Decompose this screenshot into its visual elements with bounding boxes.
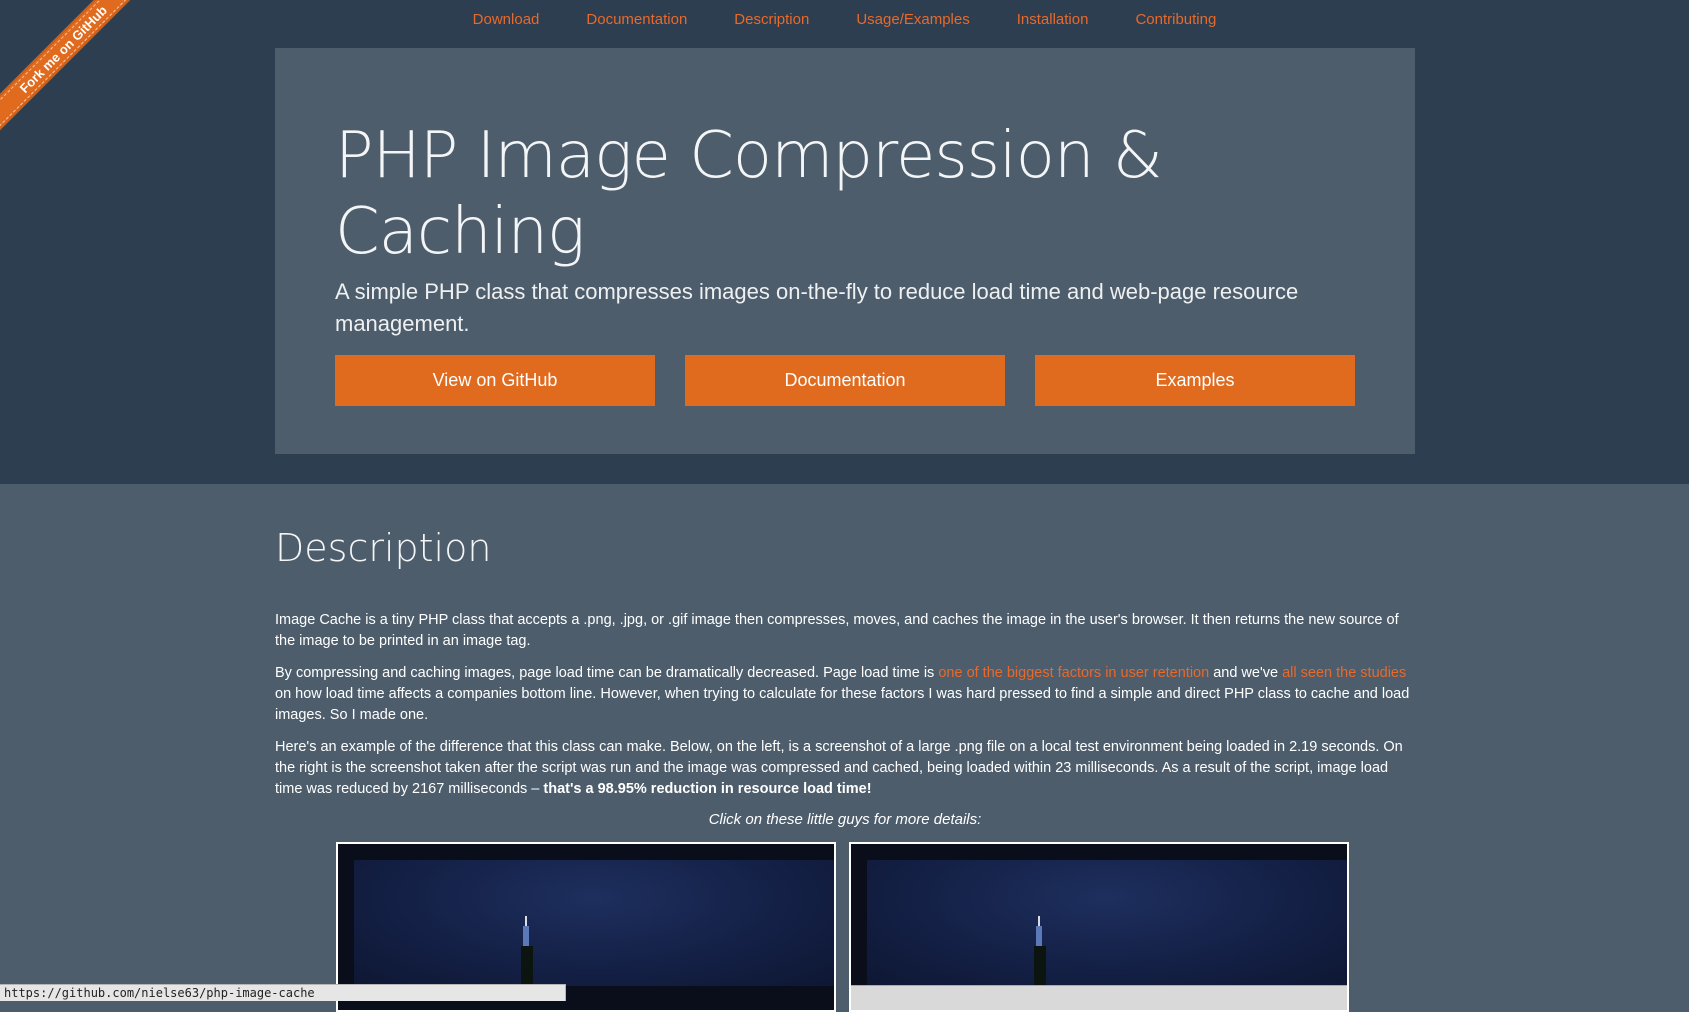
nav-contributing-link[interactable]: Contributing xyxy=(1135,11,1216,28)
nav-download-link[interactable]: Download xyxy=(473,11,540,28)
fork-ribbon-label[interactable]: Fork me on GitHub xyxy=(0,0,140,130)
after-screenshot-image xyxy=(851,844,1347,1010)
hero-panel: PHP Image Compression & Caching A simple… xyxy=(275,48,1415,454)
tower-icon xyxy=(521,916,533,986)
night-sky-image xyxy=(354,860,834,986)
thumbnail-caption: Click on these little guys for more deta… xyxy=(708,811,982,828)
description-paragraph-1: Image Cache is a tiny PHP class that acc… xyxy=(275,612,1399,649)
page-subtitle: A simple PHP class that compresses image… xyxy=(335,279,1299,336)
nav-description-link[interactable]: Description xyxy=(734,11,809,28)
paragraph-2-text-end: on how load time affects a companies bot… xyxy=(275,686,1410,723)
tower-icon xyxy=(1034,916,1046,986)
devtools-toolbar xyxy=(851,985,1347,1010)
top-nav: Download Documentation Description Usage… xyxy=(0,0,1689,38)
studies-link[interactable]: all seen the studies xyxy=(1282,665,1406,681)
examples-button[interactable]: Examples xyxy=(1035,355,1355,406)
user-retention-link[interactable]: one of the biggest factors in user reten… xyxy=(938,665,1209,681)
paragraph-2-text-middle: and we've xyxy=(1209,665,1283,681)
reduction-highlight: that's a 98.95% reduction in resource lo… xyxy=(543,781,872,797)
description-heading: Description xyxy=(275,526,492,570)
documentation-button[interactable]: Documentation xyxy=(685,355,1005,406)
browser-status-bar: https://github.com/nielse63/php-image-ca… xyxy=(0,984,566,1001)
header-area: Download Documentation Description Usage… xyxy=(0,0,1689,484)
nav-installation-link[interactable]: Installation xyxy=(1017,11,1089,28)
nav-documentation-link[interactable]: Documentation xyxy=(586,11,687,28)
page-title: PHP Image Compression & Caching xyxy=(335,119,1163,269)
description-paragraph-3: Here's an example of the difference that… xyxy=(275,737,1415,800)
nav-usage-examples-link[interactable]: Usage/Examples xyxy=(856,11,969,28)
after-screenshot-thumbnail[interactable] xyxy=(849,842,1349,1012)
description-paragraph-2: By compressing and caching images, page … xyxy=(275,663,1415,726)
paragraph-2-text-start: By compressing and caching images, page … xyxy=(275,665,939,681)
view-on-github-button[interactable]: View on GitHub xyxy=(335,355,655,406)
fork-ribbon-label-wrap[interactable]: Fork me on GitHub xyxy=(0,0,140,133)
fork-ribbon[interactable]: Fork me on GitHub xyxy=(0,0,140,140)
night-sky-image xyxy=(867,860,1347,986)
